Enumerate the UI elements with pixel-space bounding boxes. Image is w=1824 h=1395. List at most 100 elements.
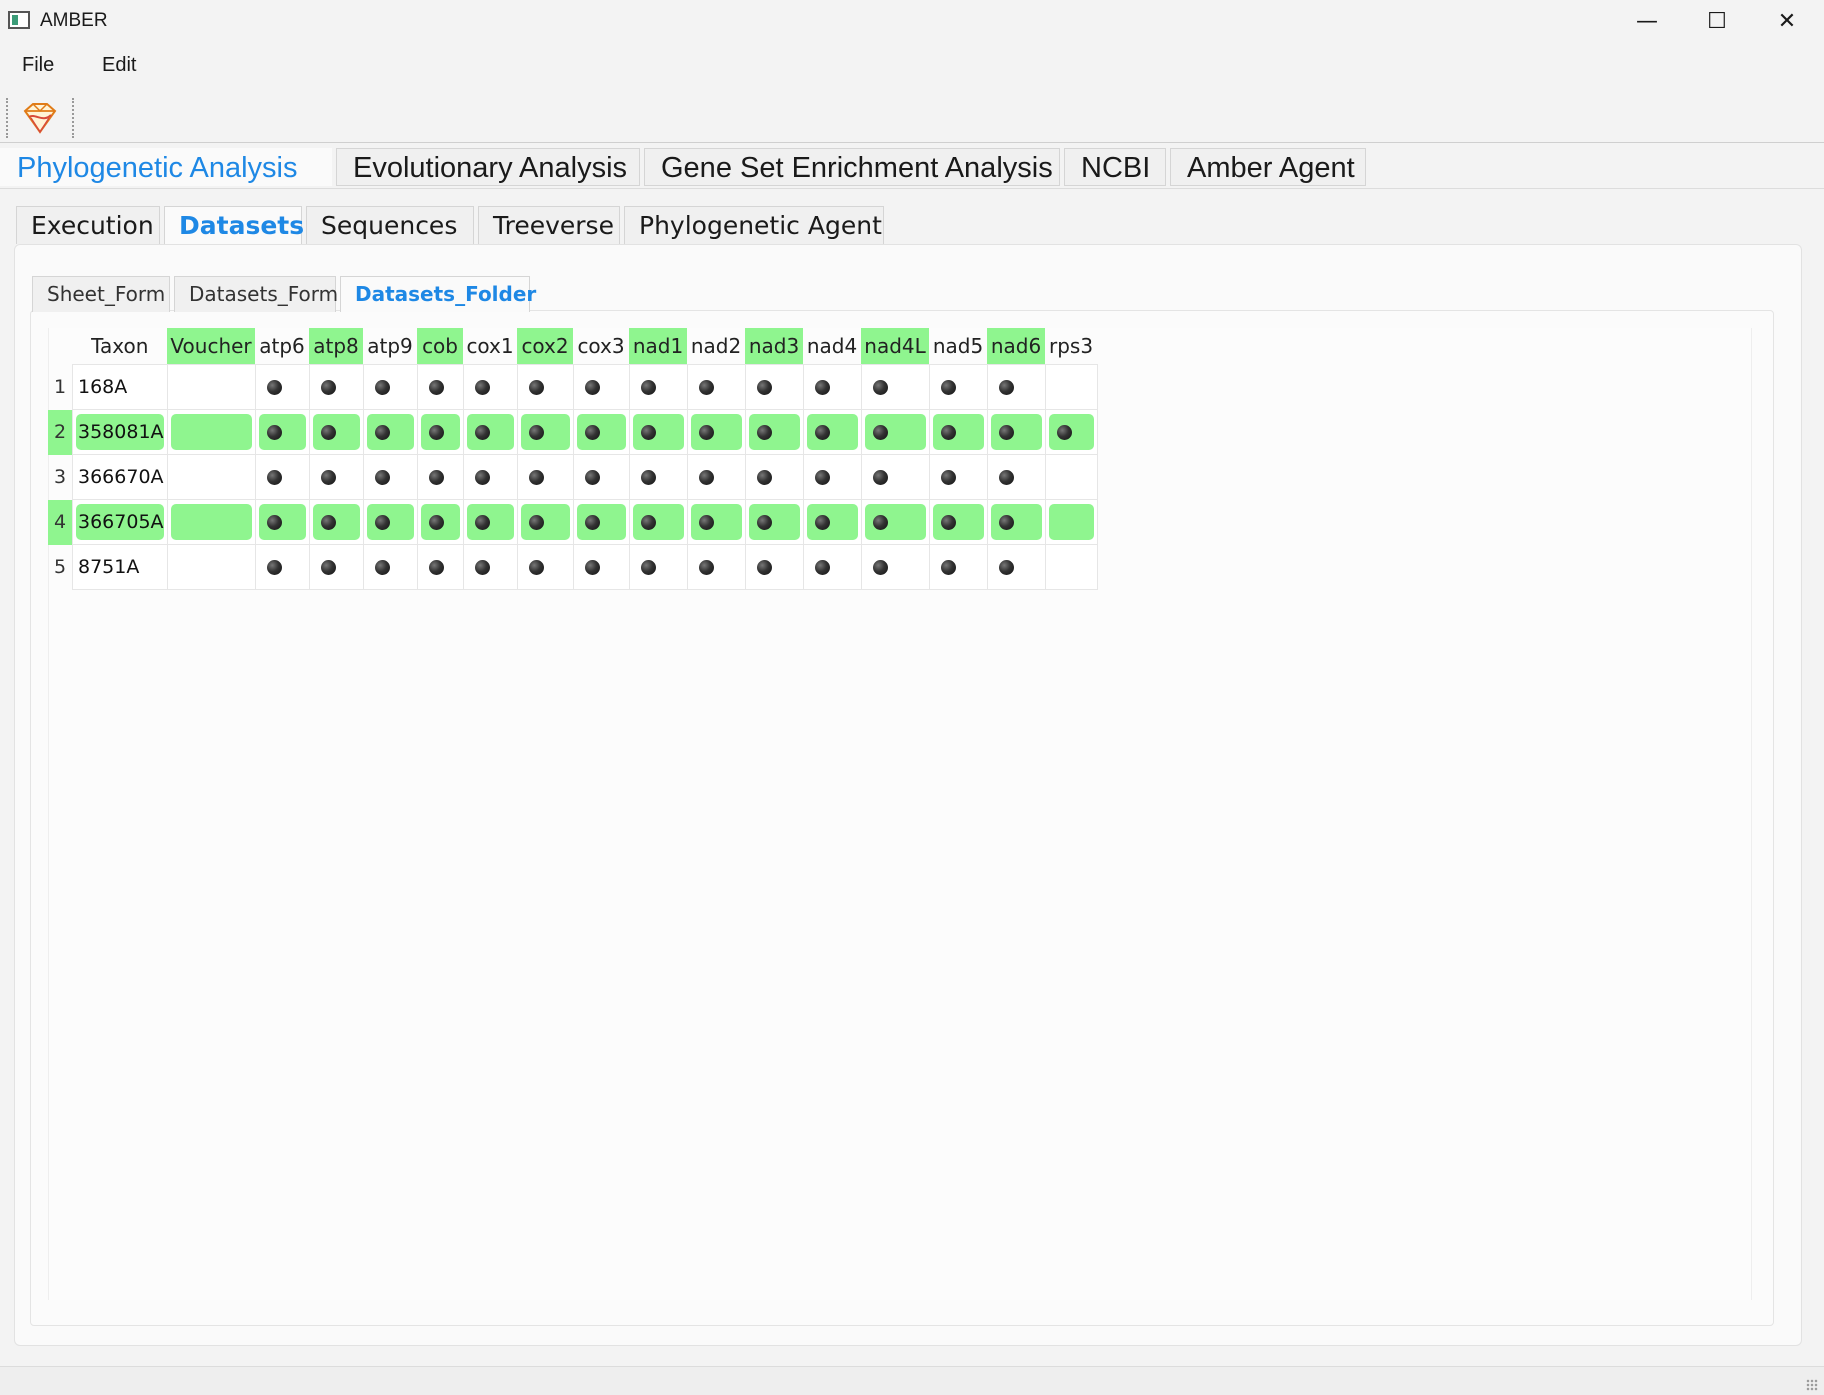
cell-cox1[interactable] (462, 409, 518, 455)
cell-nad5[interactable] (928, 364, 988, 410)
taxon-cell[interactable]: 366705A (72, 499, 168, 545)
cell-cox3[interactable] (572, 454, 630, 500)
column-header-nad4[interactable]: nad4 (803, 328, 861, 365)
taxon-cell[interactable]: 168A (72, 364, 168, 410)
cell-voucher[interactable] (166, 544, 256, 590)
column-header-cox1[interactable]: cox1 (463, 328, 517, 365)
cell-nad3[interactable] (744, 544, 804, 590)
cell-nad4l[interactable] (860, 544, 930, 590)
cell-rps3[interactable] (1044, 544, 1098, 590)
cell-voucher[interactable] (166, 409, 256, 455)
cell-nad3[interactable] (744, 364, 804, 410)
column-header-nad4l[interactable]: nad4L (861, 328, 930, 365)
table-row[interactable]: 1 168A (48, 364, 1098, 410)
cell-atp6[interactable] (254, 409, 310, 455)
column-header-taxon[interactable]: Taxon (73, 328, 168, 365)
cell-nad6[interactable] (986, 499, 1046, 545)
column-header-nad1[interactable]: nad1 (629, 328, 688, 365)
amber-gem-icon[interactable] (14, 96, 66, 140)
tab-datasets[interactable]: Datasets (164, 206, 304, 244)
cell-cob[interactable] (416, 364, 464, 410)
column-header-rps3[interactable]: rps3 (1045, 328, 1097, 365)
cell-cox3[interactable] (572, 409, 630, 455)
cell-voucher[interactable] (166, 499, 256, 545)
cell-atp9[interactable] (362, 544, 418, 590)
cell-nad1[interactable] (628, 544, 688, 590)
cell-rps3[interactable] (1044, 409, 1098, 455)
cell-atp9[interactable] (362, 409, 418, 455)
cell-voucher[interactable] (166, 364, 256, 410)
cell-cob[interactable] (416, 454, 464, 500)
column-header-nad6[interactable]: nad6 (987, 328, 1046, 365)
cell-nad4[interactable] (802, 499, 862, 545)
cell-cox1[interactable] (462, 454, 518, 500)
tab-amber-agent[interactable]: Amber Agent (1170, 148, 1366, 186)
cell-cox1[interactable] (462, 499, 518, 545)
taxon-cell[interactable]: 366670A (72, 454, 168, 500)
column-header-nad5[interactable]: nad5 (929, 328, 987, 365)
cell-cob[interactable] (416, 409, 464, 455)
cell-nad1[interactable] (628, 454, 688, 500)
cell-rps3[interactable] (1044, 454, 1098, 500)
column-header-atp9[interactable]: atp9 (363, 328, 417, 365)
cell-nad2[interactable] (686, 364, 746, 410)
cell-nad3[interactable] (744, 409, 804, 455)
cell-cox3[interactable] (572, 364, 630, 410)
cell-atp8[interactable] (308, 454, 364, 500)
tab-evolutionary-analysis[interactable]: Evolutionary Analysis (336, 148, 640, 186)
cell-cox2[interactable] (516, 364, 574, 410)
cell-cob[interactable] (416, 499, 464, 545)
tab-sheet-form[interactable]: Sheet_Form (32, 276, 170, 312)
cell-cox2[interactable] (516, 499, 574, 545)
cell-nad5[interactable] (928, 454, 988, 500)
cell-cox2[interactable] (516, 409, 574, 455)
cell-nad4l[interactable] (860, 454, 930, 500)
tab-treeverse[interactable]: Treeverse (478, 206, 620, 244)
column-header-cox2[interactable]: cox2 (517, 328, 574, 365)
maximize-button[interactable]: ☐ (1682, 0, 1752, 42)
cell-rps3[interactable] (1044, 499, 1098, 545)
cell-atp8[interactable] (308, 544, 364, 590)
table-row[interactable]: 4 366705A (48, 499, 1098, 545)
row-number[interactable]: 5 (48, 545, 73, 590)
cell-nad1[interactable] (628, 364, 688, 410)
close-button[interactable]: ✕ (1752, 0, 1822, 42)
cell-nad5[interactable] (928, 409, 988, 455)
column-header-voucher[interactable]: Voucher (167, 328, 256, 365)
taxon-cell[interactable]: 8751A (72, 544, 168, 590)
cell-nad4[interactable] (802, 454, 862, 500)
cell-cob[interactable] (416, 544, 464, 590)
cell-nad6[interactable] (986, 544, 1046, 590)
toolbar-grip[interactable] (6, 98, 8, 138)
table-row[interactable]: 3 366670A (48, 454, 1098, 500)
row-number[interactable]: 3 (48, 455, 73, 500)
cell-cox2[interactable] (516, 544, 574, 590)
menu-edit[interactable]: Edit (102, 54, 136, 77)
cell-atp9[interactable] (362, 454, 418, 500)
cell-nad3[interactable] (744, 454, 804, 500)
row-number[interactable]: 1 (48, 365, 73, 410)
tab-datasets-folder[interactable]: Datasets_Folder (340, 276, 536, 312)
cell-nad2[interactable] (686, 544, 746, 590)
cell-atp6[interactable] (254, 544, 310, 590)
column-header-atp8[interactable]: atp8 (309, 328, 364, 365)
tab-gene-set-enrichment[interactable]: Gene Set Enrichment Analysis (644, 148, 1060, 186)
cell-nad4[interactable] (802, 409, 862, 455)
tab-sequences[interactable]: Sequences (306, 206, 474, 244)
cell-atp6[interactable] (254, 499, 310, 545)
cell-cox3[interactable] (572, 544, 630, 590)
column-header-nad3[interactable]: nad3 (745, 328, 804, 365)
cell-voucher[interactable] (166, 454, 256, 500)
cell-rps3[interactable] (1044, 364, 1098, 410)
cell-nad5[interactable] (928, 499, 988, 545)
column-header-nad2[interactable]: nad2 (687, 328, 745, 365)
tab-execution[interactable]: Execution (16, 206, 160, 244)
tab-datasets-form[interactable]: Datasets_Form (174, 276, 338, 312)
cell-nad4l[interactable] (860, 364, 930, 410)
cell-nad6[interactable] (986, 454, 1046, 500)
cell-atp8[interactable] (308, 409, 364, 455)
cell-cox3[interactable] (572, 499, 630, 545)
cell-nad6[interactable] (986, 409, 1046, 455)
cell-cox1[interactable] (462, 544, 518, 590)
cell-nad2[interactable] (686, 454, 746, 500)
